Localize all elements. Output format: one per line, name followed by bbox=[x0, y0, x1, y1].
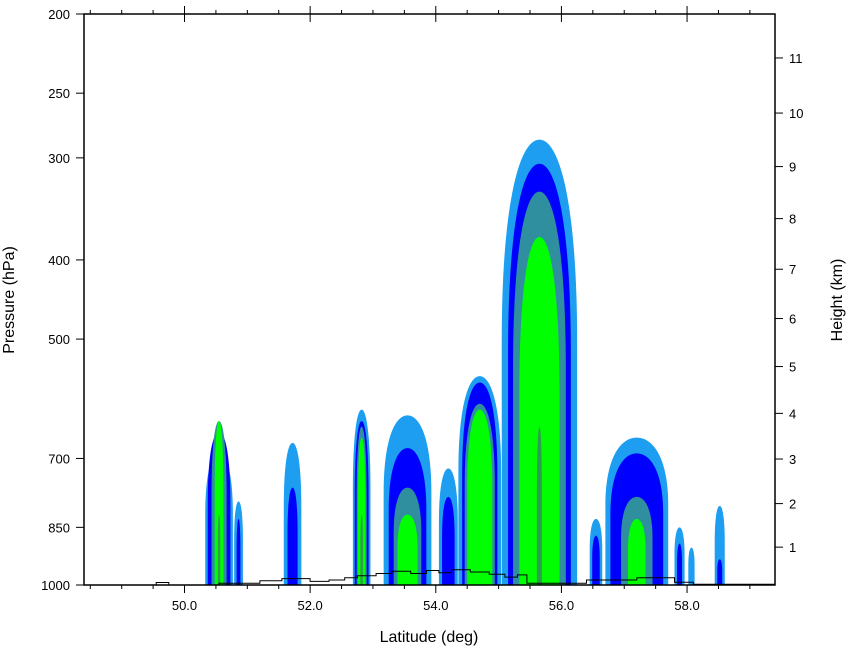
y2-tick-label: 4 bbox=[789, 406, 796, 421]
y2-tick-label: 5 bbox=[789, 360, 796, 375]
x-tick-label: 58.0 bbox=[674, 598, 699, 613]
y-tick-label: 200 bbox=[48, 7, 70, 22]
contour-cell-12-level-1 bbox=[688, 547, 695, 585]
contour-cell-9-level-2 bbox=[592, 535, 600, 585]
y2-axis-title: Height (km) bbox=[829, 259, 846, 342]
chart: 50.0 52.0 54.0 56.0 58.020025030040050070085… bbox=[0, 0, 850, 650]
x-axis-title: Latitude (deg) bbox=[380, 629, 479, 646]
contour-cell-8-level-5 bbox=[536, 426, 542, 585]
y2-tick-label: 2 bbox=[789, 497, 796, 512]
y-tick-label: 250 bbox=[48, 86, 70, 101]
contour-cell-11-level-2 bbox=[677, 543, 683, 585]
y2-tick-label: 10 bbox=[789, 106, 803, 121]
contour-cell-1-level-5 bbox=[217, 514, 221, 585]
y2-tick-label: 8 bbox=[789, 212, 796, 227]
y-tick-label: 300 bbox=[48, 151, 70, 166]
contour-cell-3-level-2 bbox=[287, 487, 298, 585]
y2-tick-label: 3 bbox=[789, 452, 796, 467]
y2-tick-label: 9 bbox=[789, 160, 796, 175]
contour-cell-7-level-4 bbox=[467, 409, 493, 585]
x-tick-label: 56.0 bbox=[549, 598, 574, 613]
contour-cell-5-level-4 bbox=[397, 514, 418, 585]
x-tick-label: 52.0 bbox=[297, 598, 322, 613]
y2-tick-label: 7 bbox=[789, 262, 796, 277]
contour-cell-10-level-4 bbox=[628, 518, 646, 585]
contour-cell-6-level-2 bbox=[442, 496, 455, 585]
y-tick-label: 500 bbox=[48, 332, 70, 347]
x-tick-label: 54.0 bbox=[423, 598, 448, 613]
y-tick-label: 850 bbox=[48, 520, 70, 535]
y2-tick-label: 1 bbox=[789, 540, 796, 555]
y2-tick-label: 6 bbox=[789, 312, 796, 327]
contour-cell-2-level-2 bbox=[236, 518, 241, 585]
y-tick-label: 400 bbox=[48, 253, 70, 268]
contour-cell-13-level-2 bbox=[717, 559, 723, 585]
y-tick-label: 1000 bbox=[41, 578, 70, 593]
y-tick-label: 700 bbox=[48, 451, 70, 466]
y2-tick-label: 11 bbox=[789, 51, 803, 66]
x-tick-label: 50.0 bbox=[172, 598, 197, 613]
y-axis-title: Pressure (hPa) bbox=[1, 246, 18, 354]
